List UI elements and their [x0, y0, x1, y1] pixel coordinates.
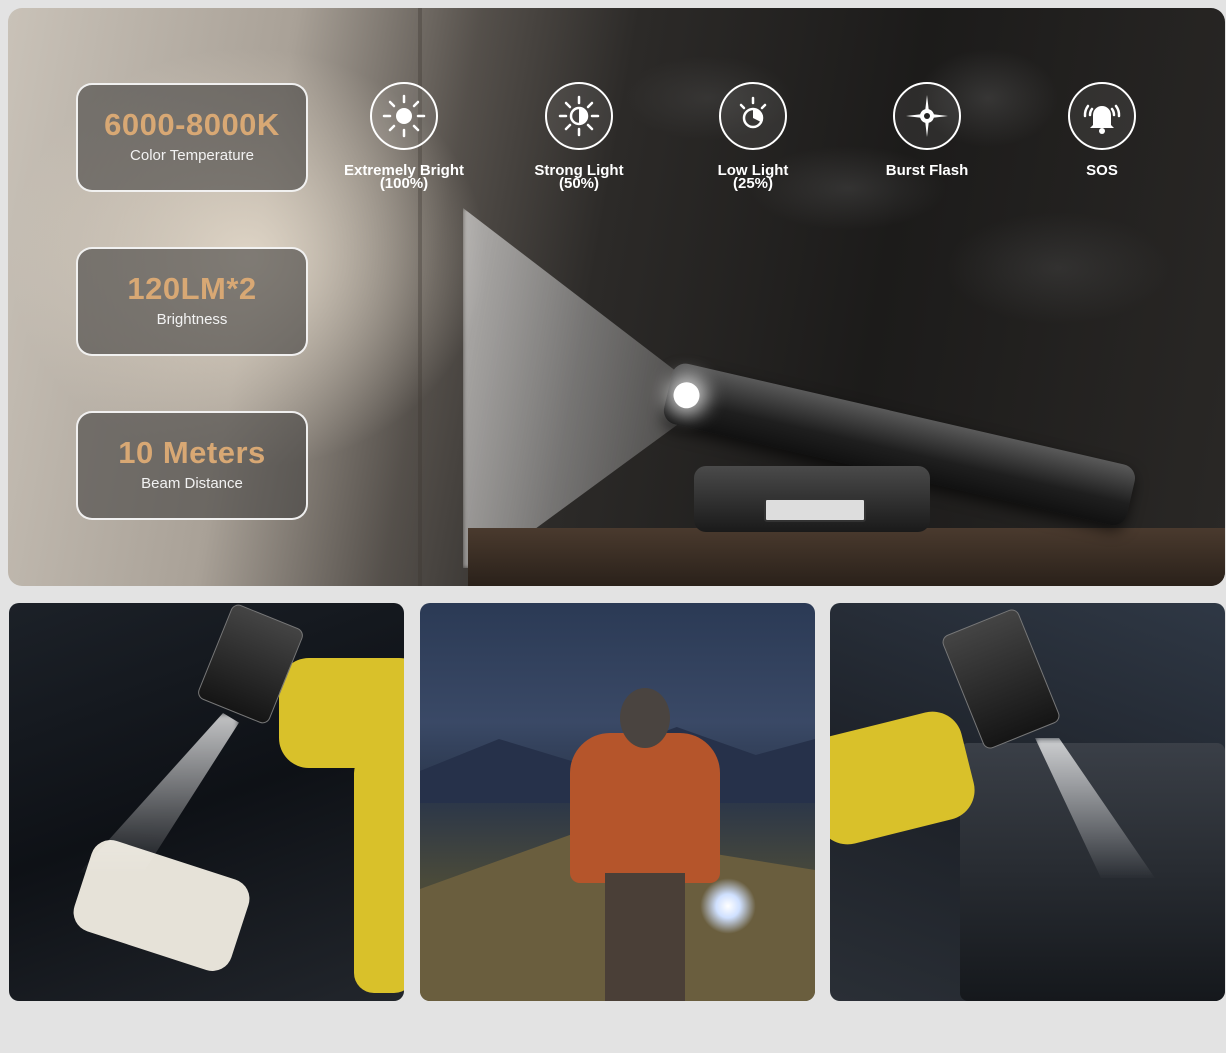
sun-half-icon: [545, 82, 613, 150]
photo-car-trunk: [9, 603, 404, 1001]
rugged-phone-front: [694, 466, 930, 532]
photo-car-engine: [830, 603, 1225, 1001]
sun-low-icon: [719, 82, 787, 150]
mode-sub: (25%): [732, 175, 773, 192]
spec-card-brightness: 120LM*2 Brightness: [76, 247, 308, 356]
spec-value: 6000-8000K: [104, 107, 280, 142]
flashlight-glow: [700, 878, 756, 934]
spec-value: 10 Meters: [118, 435, 266, 470]
mode-strong-light: Strong Light (50%): [494, 82, 664, 192]
car-engine: [960, 743, 1225, 1001]
hiker-jacket: [570, 733, 720, 883]
sun-full-icon: [370, 82, 438, 150]
photo-hiker-night: [420, 603, 815, 1001]
spec-card-beam-distance: 10 Meters Beam Distance: [76, 411, 308, 520]
dual-flashlight: [764, 498, 866, 522]
mode-burst-flash: Burst Flash: [842, 82, 1012, 179]
spec-label: Brightness: [156, 311, 228, 328]
wooden-shelf: [468, 528, 1225, 586]
flashlight-lens: [670, 379, 703, 411]
spec-card-color-temperature: 6000-8000K Color Temperature: [76, 83, 308, 192]
hiker-head: [620, 688, 670, 748]
mode-sos: SOS: [1017, 82, 1187, 179]
light-cone: [79, 713, 239, 873]
spec-label: Beam Distance: [141, 475, 243, 492]
mode-extremely-bright: Extremely Bright (100%): [319, 82, 489, 191]
yellow-sleeve-lower: [354, 753, 404, 993]
yellow-sleeve: [279, 658, 404, 768]
mode-label: Burst Flash: [885, 162, 969, 179]
sos-bell-icon: [1068, 82, 1136, 150]
mode-label: SOS: [1086, 162, 1118, 179]
spec-label: Color Temperature: [130, 147, 254, 164]
yellow-sleeve: [830, 705, 981, 851]
burst-flash-icon: [893, 82, 961, 150]
hiker-legs: [605, 873, 685, 1001]
spec-value: 120LM*2: [127, 271, 257, 306]
mode-low-light: Low Light (25%): [668, 82, 838, 192]
mode-sub: (50%): [558, 175, 599, 192]
